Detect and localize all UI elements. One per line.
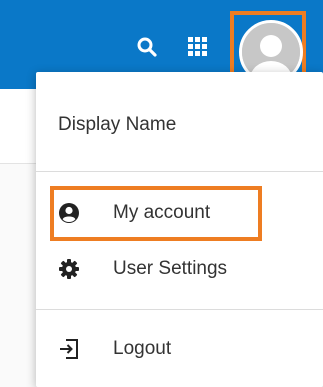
menu-divider [36, 309, 323, 310]
account-circle-icon [58, 202, 80, 224]
search-icon [137, 37, 157, 57]
apps-grid-icon [188, 37, 207, 56]
menu-item-logout[interactable]: Logout [36, 326, 323, 372]
logout-icon [58, 338, 80, 360]
menu-divider [36, 171, 323, 172]
apps-button[interactable] [186, 35, 208, 57]
menu-item-label: Logout [113, 338, 172, 359]
user-dropdown-menu: Display Name My account User Settings Lo… [36, 72, 323, 387]
menu-item-label: My account [113, 202, 211, 223]
menu-item-user-settings[interactable]: User Settings [36, 246, 323, 292]
display-name: Display Name [58, 114, 177, 135]
menu-item-label: User Settings [113, 258, 228, 279]
menu-item-my-account[interactable]: My account [36, 190, 323, 236]
search-button[interactable] [136, 36, 158, 58]
gear-icon [58, 258, 80, 280]
